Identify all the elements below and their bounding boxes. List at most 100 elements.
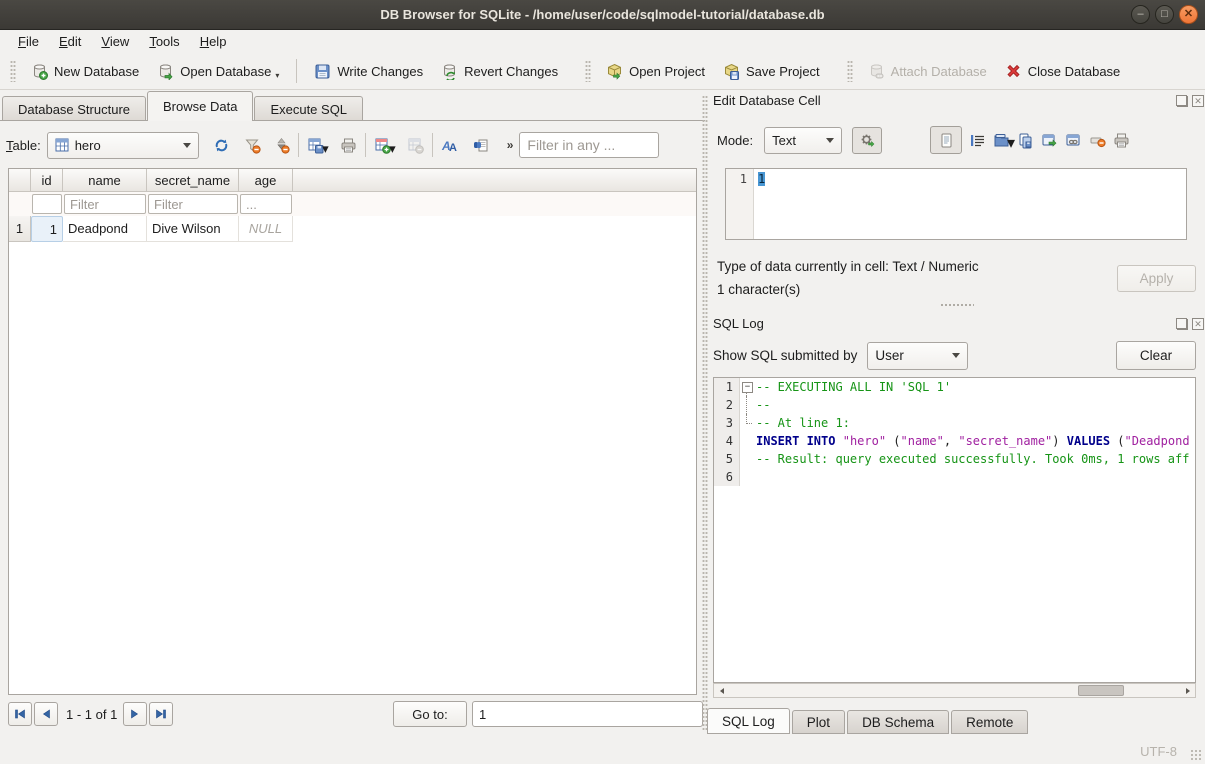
insert-record-button[interactable]: ▾ [374, 137, 391, 154]
grid-corner[interactable] [9, 169, 31, 191]
save-table-dropdown-icon[interactable]: ▾ [322, 141, 329, 157]
find-in-table-button[interactable] [472, 137, 489, 154]
float-panel-icon[interactable] [1176, 95, 1188, 107]
close-button[interactable]: ✕ [1179, 5, 1198, 24]
filter-input-name[interactable]: Filter [64, 194, 146, 214]
scroll-right-arrow[interactable] [1180, 684, 1195, 697]
open-project-button[interactable]: Open Project [597, 59, 714, 84]
goto-input[interactable]: 1 [472, 701, 703, 727]
sql-source-select[interactable]: User [867, 342, 968, 370]
cell-id[interactable]: 1 [31, 216, 63, 242]
open-database-dropdown-icon[interactable]: ▾ [275, 71, 279, 80]
open-url-button[interactable] [1065, 132, 1082, 149]
revert-changes-button[interactable]: Revert Changes [432, 59, 567, 84]
fold-marker-icon[interactable] [740, 378, 756, 396]
insert-record-dropdown-icon[interactable]: ▾ [389, 141, 396, 157]
sql-log-view[interactable]: 1-- EXECUTING ALL IN 'SQL 1'2--3-- At li… [713, 377, 1196, 683]
format-button[interactable]: AA [441, 137, 458, 154]
menu-tools[interactable]: Tools [139, 32, 189, 51]
open-external-button[interactable] [1041, 132, 1058, 149]
column-header-age[interactable]: age [239, 169, 293, 191]
toolbar-grip[interactable] [10, 60, 16, 82]
save-project-button[interactable]: Save Project [714, 59, 829, 84]
sql-log-panel-controls: ✕ [1176, 318, 1204, 330]
cell-secret-name[interactable]: Dive Wilson [147, 216, 239, 242]
panel-splitter-handle[interactable] [940, 303, 974, 307]
export-cell-button[interactable] [1017, 132, 1034, 149]
filter-input-age[interactable]: ... [240, 194, 292, 214]
toolbar-overflow-chevron[interactable]: » [507, 138, 514, 152]
toolbar-grip[interactable] [585, 60, 591, 82]
refresh-button[interactable] [213, 137, 230, 154]
menu-help[interactable]: Help [190, 32, 237, 51]
clear-sorting-button[interactable] [273, 137, 290, 154]
cell-age[interactable]: NULL [239, 216, 293, 242]
maximize-button[interactable]: □ [1155, 5, 1174, 24]
clear-log-button[interactable]: Clear [1116, 341, 1196, 370]
mode-select[interactable]: Text [764, 127, 842, 154]
print-cell-button[interactable] [1113, 132, 1130, 149]
column-header-name[interactable]: name [63, 169, 147, 191]
fold-column [740, 468, 756, 486]
log-line-number: 5 [714, 450, 740, 468]
dock-tab-sql-log[interactable]: SQL Log [707, 708, 790, 734]
menu-view[interactable]: View [91, 32, 139, 51]
tab-browse-data[interactable]: Browse Data [147, 91, 253, 121]
new-database-button[interactable]: New Database [22, 59, 148, 84]
dock-tab-remote[interactable]: Remote [951, 710, 1028, 734]
set-null-button[interactable] [1089, 132, 1106, 149]
toolbar-grip[interactable] [847, 60, 853, 82]
next-record-button[interactable] [123, 702, 147, 726]
float-panel-icon[interactable] [1176, 318, 1188, 330]
filter-any-input[interactable]: Filter in any ... [519, 132, 659, 158]
scroll-left-arrow[interactable] [714, 684, 729, 697]
filter-input-id[interactable] [32, 194, 62, 214]
minimize-button[interactable]: – [1131, 5, 1150, 24]
print-table-button[interactable] [340, 137, 357, 154]
log-code: -- [756, 396, 1195, 414]
text-view-button[interactable] [930, 126, 962, 154]
titlebar[interactable]: DB Browser for SQLite - /home/user/code/… [0, 0, 1205, 30]
goto-button[interactable]: Go to: [393, 701, 467, 727]
row-number[interactable]: 1 [9, 216, 31, 242]
cell-value-editor[interactable]: 1 1 [725, 168, 1187, 240]
table-icon [55, 138, 69, 152]
table-select[interactable]: hero [47, 132, 199, 159]
dock-splitter[interactable] [702, 95, 708, 730]
dock-tab-db-schema[interactable]: DB Schema [847, 710, 949, 734]
dock-tab-plot[interactable]: Plot [792, 710, 845, 734]
open-database-button[interactable]: Open Database ▾ [148, 59, 288, 84]
scrollbar-thumb[interactable] [1078, 685, 1124, 696]
editor-content[interactable]: 1 [754, 169, 769, 239]
menu-file[interactable]: File [8, 32, 49, 51]
close-database-button[interactable]: Close Database [996, 59, 1130, 84]
write-changes-button[interactable]: Write Changes [305, 59, 432, 84]
import-cell-button[interactable]: ▾ [993, 132, 1010, 149]
fold-column [740, 396, 756, 414]
first-record-button[interactable] [8, 702, 32, 726]
tab-execute-sql[interactable]: Execute SQL [254, 96, 363, 121]
last-record-button[interactable] [149, 702, 173, 726]
column-header-id[interactable]: id [31, 169, 63, 191]
word-wrap-button[interactable] [969, 132, 986, 149]
close-panel-icon[interactable]: ✕ [1192, 318, 1204, 330]
tab-database-structure[interactable]: Database Structure [2, 96, 146, 121]
attach-database-button[interactable]: Attach Database [859, 59, 996, 84]
import-dropdown-icon[interactable]: ▾ [1007, 133, 1015, 153]
resize-grip[interactable] [1190, 749, 1202, 761]
filter-input-secret-name[interactable]: Filter [148, 194, 238, 214]
data-grid[interactable]: id name secret_name age Filter Filter ..… [8, 168, 697, 695]
auto-switch-mode-button[interactable] [852, 127, 882, 154]
last-record-icon [155, 708, 167, 720]
previous-record-button[interactable] [34, 702, 58, 726]
cell-name[interactable]: Deadpond [63, 216, 147, 242]
save-table-button[interactable]: ▾ [307, 137, 324, 154]
clear-filters-button[interactable] [244, 137, 261, 154]
tab-label: DB Schema [862, 715, 934, 730]
column-header-secret-name[interactable]: secret_name [147, 169, 239, 191]
close-panel-icon[interactable]: ✕ [1192, 95, 1204, 107]
apply-button[interactable]: Apply [1117, 265, 1196, 292]
sql-log-hscrollbar[interactable] [713, 683, 1196, 698]
menu-edit[interactable]: Edit [49, 32, 91, 51]
delete-record-button[interactable] [407, 137, 424, 154]
